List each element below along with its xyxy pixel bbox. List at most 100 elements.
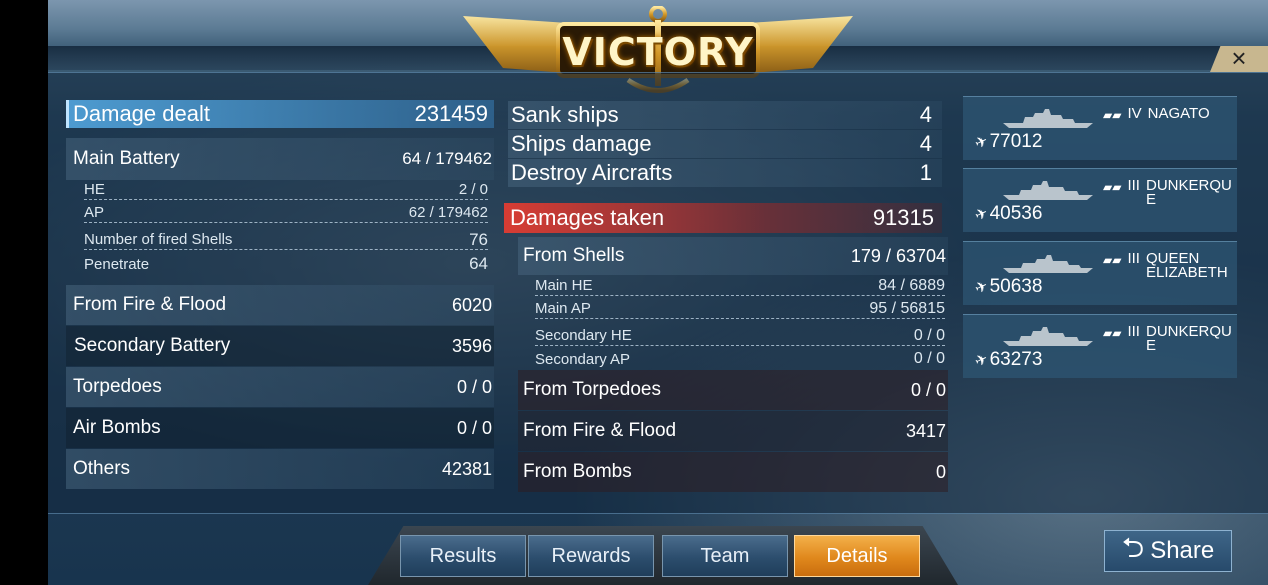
stat-value: 3417 (905, 420, 946, 441)
sub-stat-row: Number of fired Shells 76 (84, 230, 488, 250)
stat-value: 3596 (451, 335, 492, 356)
stat-label: Air Bombs (73, 417, 161, 438)
battleship-silhouette-icon (1003, 255, 1093, 273)
ship-class-icon: ▰▰ (1103, 253, 1122, 267)
sub-stat-row: Main HE 84 / 6889 (535, 276, 945, 296)
stat-value: 62 / 179462 (408, 204, 488, 221)
stat-value: 0 (935, 461, 946, 482)
aircraft-icon: ✈ (972, 204, 991, 225)
stat-row: From Fire & Flood 6020 (66, 285, 494, 325)
stat-value: 4 (919, 131, 932, 156)
stat-label: Penetrate (84, 255, 150, 273)
stat-value: 0 / 0 (910, 379, 946, 400)
stat-label: Main AP (535, 300, 591, 317)
damages-taken-header: Damages taken 91315 (504, 203, 942, 233)
stat-value: 95 / 56815 (869, 299, 945, 317)
ship-card[interactable]: ▰▰ IV NAGATO ✈ 77012 (963, 96, 1237, 160)
stat-row: From Shells 179 / 63704 (518, 237, 948, 275)
stat-value: 64 (469, 254, 488, 273)
stat-label: Main HE (535, 277, 593, 294)
sub-stat-row: Secondary HE 0 / 0 (535, 326, 945, 346)
kill-stat-row: Ships damage 4 (508, 130, 942, 158)
stat-value: 42381 (441, 458, 492, 479)
tab-team[interactable]: Team (662, 535, 788, 577)
stat-label: Secondary AP (535, 350, 631, 368)
ship-score-value: 40536 (989, 203, 1043, 224)
tab-results[interactable]: Results (400, 535, 526, 577)
stat-row: From Torpedoes 0 / 0 (518, 370, 948, 410)
stat-value: 4 (919, 102, 932, 127)
stat-value: 0 / 0 (913, 350, 945, 367)
ship-tier-number: III (1127, 250, 1140, 267)
sub-stat-row: AP 62 / 179462 (84, 203, 488, 223)
ship-score-value: 77012 (989, 131, 1043, 152)
ship-score-value: 50638 (989, 276, 1043, 297)
ship-card[interactable]: ▰▰ III DUNKERQUE ✈ 63273 (963, 314, 1237, 378)
sub-stat-row: Secondary AP 0 / 0 (535, 349, 945, 369)
ship-tier-number: III (1127, 177, 1140, 194)
stat-label: From Shells (523, 245, 625, 266)
damage-dealt-header: Damage dealt 231459 (66, 100, 494, 128)
ship-score: ✈ 40536 (972, 203, 1043, 225)
ship-card[interactable]: ▰▰ III DUNKERQUE ✈ 40536 (963, 168, 1237, 232)
damage-dealt-value: 231459 (414, 101, 488, 126)
stat-value: 179 / 63704 (850, 245, 946, 266)
stat-value: 2 / 0 (458, 181, 488, 198)
stat-label: Number of fired Shells (84, 231, 233, 248)
stat-label: Sank ships (511, 102, 619, 127)
stat-label: From Torpedoes (523, 379, 661, 400)
stat-label: Secondary Battery (74, 335, 231, 356)
ship-score: ✈ 50638 (972, 276, 1043, 298)
ship-tier-number: III (1127, 323, 1140, 340)
battleship-silhouette-icon (1003, 109, 1093, 128)
ship-tier: ▰▰ IV NAGATO (1103, 105, 1243, 122)
results-screen: VICTORY × Damage dealt 231459 Main Batte… (48, 0, 1268, 585)
ship-score-value: 63273 (989, 349, 1043, 370)
stat-label: From Fire & Flood (73, 294, 227, 315)
ship-tier: ▰▰ III DUNKERQUE (1103, 177, 1241, 208)
aircraft-icon: ✈ (972, 132, 991, 153)
stat-row: From Bombs 0 (518, 452, 948, 492)
damages-taken-label: Damages taken (510, 205, 665, 230)
stat-value: 76 (469, 229, 488, 249)
battleship-silhouette-icon (1003, 327, 1093, 346)
sub-stat-row: Main AP 95 / 56815 (535, 299, 945, 319)
kill-stat-row: Destroy Aircrafts 1 (508, 159, 942, 187)
stat-label: Torpedoes (73, 376, 162, 397)
main-battery-row: Main Battery 64 / 179462 (66, 138, 494, 180)
ship-card[interactable]: ▰▰ III QUEEN ELIZABETH ✈ 50638 (963, 241, 1237, 305)
stat-label: Others (73, 458, 131, 479)
ship-tier: ▰▰ III QUEEN ELIZABETH (1103, 250, 1241, 281)
aircraft-icon: ✈ (972, 350, 991, 371)
victory-title: VICTORY (562, 30, 754, 74)
sub-stat-row: Penetrate 64 (84, 253, 488, 275)
stat-value: 0 / 0 (913, 326, 945, 344)
stat-label: Destroy Aircrafts (511, 160, 673, 185)
ship-name: DUNKERQUE (1145, 323, 1232, 354)
sub-stat-row: HE 2 / 0 (84, 180, 488, 200)
share-label: Share (1150, 537, 1215, 564)
aircraft-icon: ✈ (972, 277, 991, 298)
ship-tier: ▰▰ III DUNKERQUE (1103, 323, 1241, 354)
stat-value: 6020 (451, 294, 492, 315)
tab-details[interactable]: Details (794, 535, 920, 577)
damage-dealt-label: Damage dealt (73, 101, 210, 126)
ship-name: DUNKERQUE (1145, 177, 1232, 208)
stat-row: From Fire & Flood 3417 (518, 411, 948, 451)
ship-class-icon: ▰▰ (1103, 180, 1122, 194)
stat-label: Main Battery (73, 148, 180, 169)
stat-value: 1 (919, 160, 932, 185)
ship-score: ✈ 77012 (972, 131, 1043, 153)
stat-label: From Bombs (523, 461, 632, 482)
ship-class-icon: ▰▰ (1103, 326, 1122, 340)
tab-rewards[interactable]: Rewards (528, 535, 654, 577)
battleship-silhouette-icon (1003, 181, 1093, 200)
share-button[interactable]: ⮌ Share (1104, 530, 1232, 572)
ship-name: QUEEN ELIZABETH (1145, 250, 1228, 281)
stat-value: 84 / 6889 (878, 276, 945, 294)
stat-value: 0 / 0 (456, 376, 492, 397)
ship-score: ✈ 63273 (972, 349, 1043, 371)
ship-class-icon: ▰▰ (1103, 108, 1122, 122)
stat-label: Secondary HE (535, 327, 632, 344)
ship-tier-number: IV (1127, 105, 1142, 122)
